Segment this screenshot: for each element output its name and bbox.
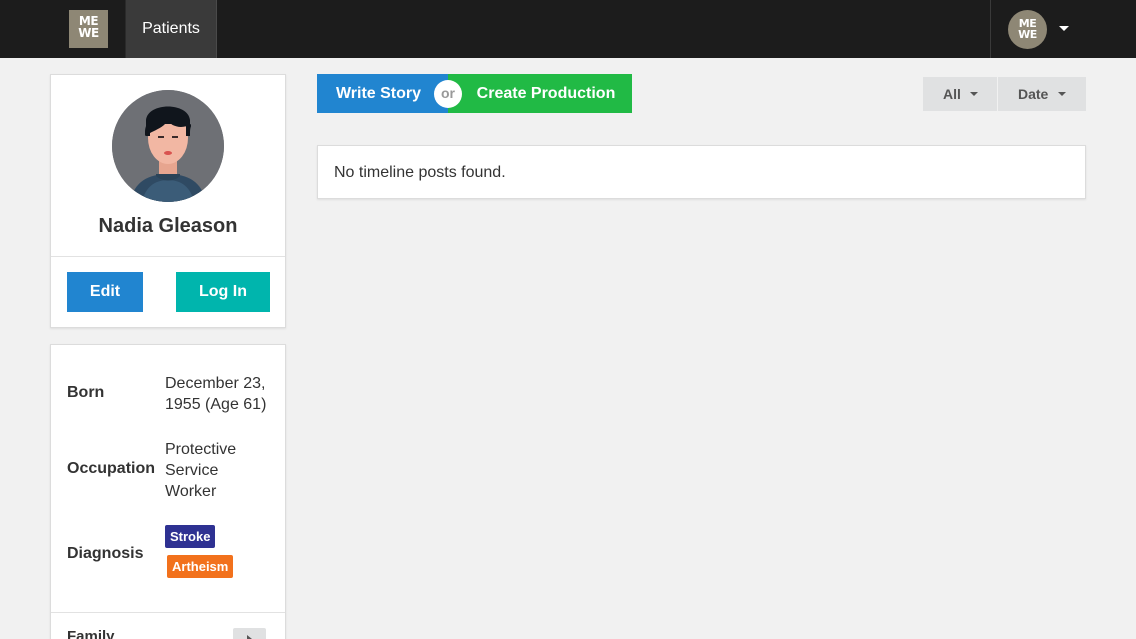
log-in-button[interactable]: Log In <box>176 272 270 312</box>
sort-filter-dropdown[interactable]: Date <box>998 77 1086 111</box>
top-navbar: ME WE Patients ME WE <box>0 0 1136 58</box>
patient-name: Nadia Gleason <box>98 215 238 237</box>
timeline-panel: No timeline posts found. <box>317 145 1086 199</box>
diagnosis-tag: Artheism <box>167 555 234 578</box>
profile-card: Nadia Gleason Edit Log In <box>50 74 286 328</box>
diagnosis-label: Diagnosis <box>67 545 144 562</box>
or-divider: or <box>434 80 462 108</box>
occupation-value: Protective Service Worker <box>165 441 237 500</box>
logo-text-bottom: WE <box>78 26 99 40</box>
nav-divider <box>990 0 991 58</box>
mewe-logo[interactable]: ME WE <box>69 10 108 48</box>
family-label: Family <box>67 628 115 639</box>
empty-timeline-message: No timeline posts found. <box>334 164 506 181</box>
caret-down-icon <box>1058 92 1066 96</box>
write-story-button[interactable]: Write Story <box>317 74 448 113</box>
expand-family-button[interactable] <box>233 628 266 639</box>
nav-item-patients[interactable]: Patients <box>125 0 217 58</box>
born-value: December 23, 1955 (Age 61) <box>165 375 267 413</box>
edit-button[interactable]: Edit <box>67 272 143 312</box>
sort-filter-value: Date <box>1018 86 1049 102</box>
diagnosis-tag: Stroke <box>165 525 216 548</box>
caret-down-icon <box>970 92 978 96</box>
create-production-button[interactable]: Create Production <box>448 74 632 113</box>
occupation-label: Occupation <box>67 460 156 477</box>
patient-avatar <box>112 90 224 202</box>
patient-avatar-illustration <box>112 90 224 202</box>
born-label: Born <box>67 384 105 401</box>
type-filter-value: All <box>943 86 961 102</box>
type-filter-dropdown[interactable]: All <box>923 77 997 111</box>
divider <box>51 256 285 257</box>
user-menu-avatar[interactable]: ME WE <box>1008 10 1047 49</box>
patient-info-card: Born December 23, 1955 (Age 61) Occupati… <box>50 344 286 639</box>
caret-down-icon[interactable] <box>1059 26 1069 31</box>
divider <box>51 612 285 613</box>
avatar-text-bottom: WE <box>1018 28 1037 41</box>
